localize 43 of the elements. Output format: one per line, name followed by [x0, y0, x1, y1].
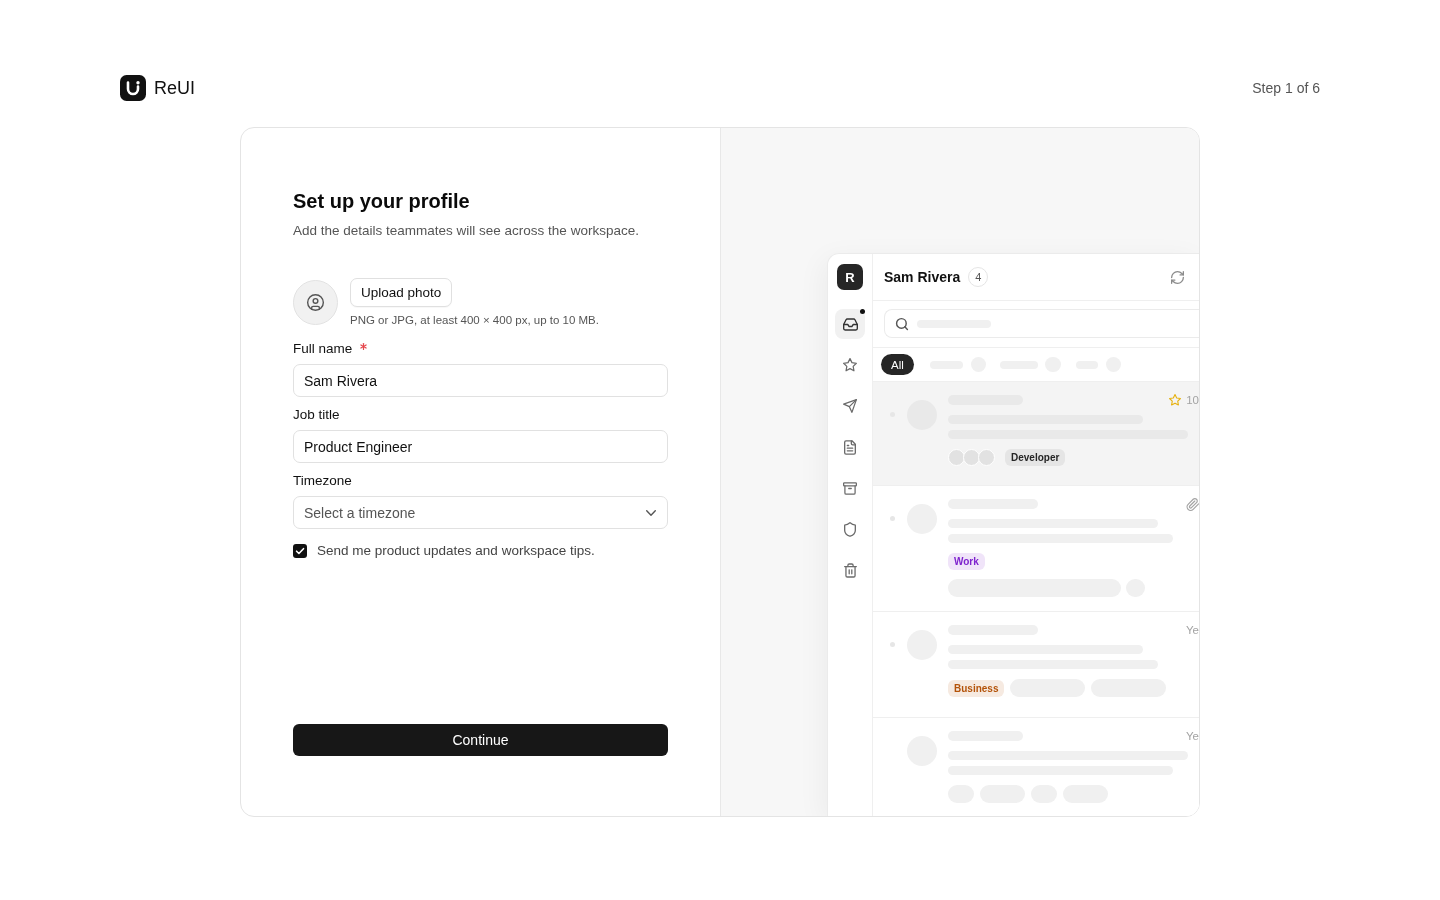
text-input[interactable]: Product Engineer — [293, 430, 668, 463]
tag-label: Business — [948, 679, 1005, 697]
refresh-icon[interactable] — [1171, 270, 1184, 284]
select-field[interactable]: Select a timezone — [293, 496, 668, 529]
checkbox-label: Send me product updates and workspace tips. — [317, 542, 595, 560]
form-subtitle: Add the details teammates will see across the workspace. — [293, 222, 639, 240]
continue-button[interactable]: Continue — [293, 724, 668, 756]
field-label: Full name — [293, 340, 353, 358]
avatar-placeholder-icon — [293, 280, 338, 325]
text-input[interactable]: Sam Rivera — [293, 364, 668, 397]
meta-text: Ye — [1186, 730, 1199, 742]
checkbox[interactable] — [293, 544, 307, 558]
upload-photo-button[interactable]: Upload photo — [350, 278, 453, 307]
filter-chip[interactable]: All — [881, 354, 914, 375]
inbox-icon — [842, 317, 858, 331]
logo-icon — [120, 75, 146, 101]
field-label: Job title — [293, 406, 340, 424]
message-row[interactable]: Work — [873, 486, 1199, 612]
search-icon — [896, 317, 908, 330]
shield-icon — [844, 521, 856, 537]
avatar-group-icon — [948, 449, 995, 466]
workspace-avatar[interactable]: R — [837, 264, 863, 290]
field-label: Timezone — [293, 472, 352, 490]
message-row[interactable]: 10 Developer — [873, 382, 1199, 486]
tag-label: Developer — [1005, 449, 1066, 466]
brand-name: ReUI — [154, 77, 195, 99]
sidebar-nav-button[interactable] — [835, 309, 865, 339]
meta-text: Ye — [1186, 624, 1199, 636]
archive-icon — [843, 481, 857, 495]
star-icon — [843, 358, 857, 372]
form-title: Set up your profile — [293, 189, 470, 213]
meta-text: 10 — [1186, 394, 1199, 406]
upload-hint: PNG or JPG, at least 400 × 400 px, up to 10 MB. — [350, 313, 599, 327]
trash-icon — [843, 562, 857, 578]
tag-label: Work — [948, 553, 985, 570]
mailbox-title: Sam Rivera — [884, 269, 961, 285]
step-indicator: Step 1 of 6 — [1252, 80, 1320, 96]
star-icon[interactable] — [1169, 394, 1182, 406]
search-field[interactable] — [884, 309, 1199, 338]
message-row[interactable]: Ye Business — [873, 612, 1199, 718]
document-icon — [844, 439, 856, 455]
send-icon — [843, 399, 857, 413]
chevron-down-icon — [646, 509, 656, 516]
